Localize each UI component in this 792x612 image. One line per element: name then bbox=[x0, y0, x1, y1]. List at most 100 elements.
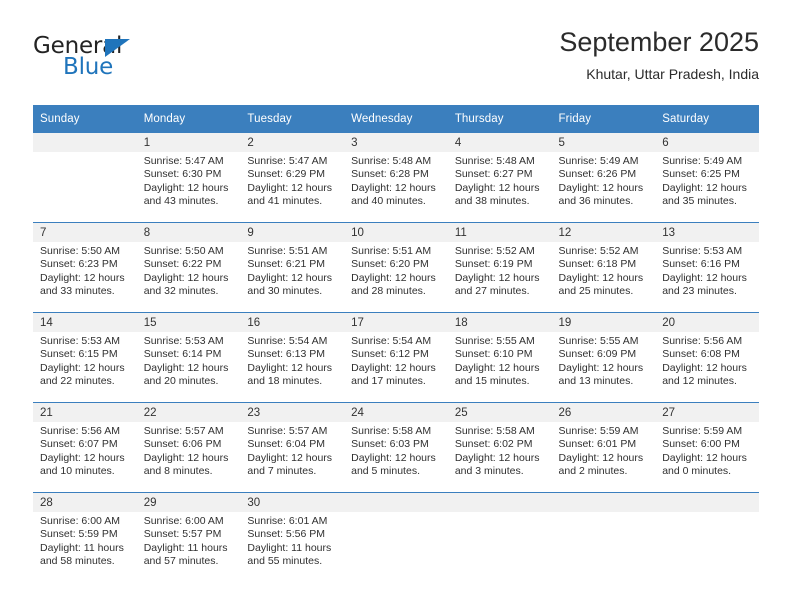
sunset-text: Sunset: 6:22 PM bbox=[143, 258, 222, 271]
logo-general-blue[interactable]: General Blue bbox=[33, 34, 213, 86]
page-header: General Blue September 2025 Khutar, Utta… bbox=[33, 26, 759, 88]
day-cell[interactable]: 28 Sunrise: 6:00 AM Sunset: 5:59 PM Dayligh… bbox=[33, 493, 137, 582]
day-cell-empty bbox=[344, 493, 448, 582]
day-cell[interactable]: 6 Sunrise: 5:49 AM Sunset: 6:25 PM Daylight… bbox=[655, 133, 759, 222]
day-cell[interactable]: 17 Sunrise: 5:54 AM Sunset: 6:12 PM Dayligh… bbox=[344, 313, 448, 402]
daylight-text-line2: and 38 minutes. bbox=[454, 195, 530, 208]
sunrise-text: Sunrise: 5:47 AM bbox=[143, 155, 224, 167]
day-cell[interactable]: 25 Sunrise: 5:58 AM Sunset: 6:02 PM Dayligh… bbox=[447, 403, 552, 492]
day-cell[interactable]: 21 Sunrise: 5:56 AM Sunset: 6:07 PM Dayligh… bbox=[33, 403, 137, 492]
sunrise-text: Sunrise: 5:56 AM bbox=[40, 425, 120, 437]
day-details: Sunrise: 5:50 AM Sunset: 6:23 PM Daylight:… bbox=[33, 242, 137, 299]
sunset-text: Sunset: 6:12 PM bbox=[351, 348, 429, 361]
calendar-cell: 30 Sunrise: 6:01 AM Sunset: 5:56 PM Dayligh… bbox=[240, 492, 345, 582]
day-cell[interactable]: 2 Sunrise: 5:47 AM Sunset: 6:29 PM Daylight… bbox=[240, 133, 345, 222]
day-number: 27 bbox=[655, 403, 759, 422]
day-cell[interactable]: 4 Sunrise: 5:48 AM Sunset: 6:27 PM Daylight… bbox=[447, 133, 552, 222]
day-cell[interactable]: 8 Sunrise: 5:50 AM Sunset: 6:22 PM Daylight… bbox=[136, 223, 241, 312]
sunrise-text: Sunrise: 5:56 AM bbox=[662, 335, 743, 347]
sunset-text: Sunset: 6:18 PM bbox=[558, 258, 637, 271]
calendar-cell: 24 Sunrise: 5:58 AM Sunset: 6:03 PM Dayligh… bbox=[344, 402, 448, 493]
daylight-text-line2: and 58 minutes. bbox=[40, 555, 115, 568]
sunrise-text: Sunrise: 5:53 AM bbox=[662, 245, 743, 257]
calendar-cell: 8 Sunrise: 5:50 AM Sunset: 6:22 PM Daylight… bbox=[136, 222, 241, 313]
daylight-text-line1: Daylight: 12 hours bbox=[558, 451, 644, 464]
day-cell[interactable]: 16 Sunrise: 5:54 AM Sunset: 6:13 PM Dayligh… bbox=[240, 313, 345, 402]
daylight-text-line1: Daylight: 12 hours bbox=[247, 181, 333, 194]
day-cell[interactable]: 5 Sunrise: 5:49 AM Sunset: 6:26 PM Daylight… bbox=[551, 133, 656, 222]
weekday-header-monday: Monday bbox=[136, 105, 241, 133]
day-details: Sunrise: 5:56 AM Sunset: 6:08 PM Daylight:… bbox=[655, 332, 759, 389]
calendar-cell: 14 Sunrise: 5:53 AM Sunset: 6:15 PM Dayligh… bbox=[33, 312, 137, 403]
calendar-cell: 2 Sunrise: 5:47 AM Sunset: 6:29 PM Daylight… bbox=[240, 133, 345, 223]
calendar-cell: 22 Sunrise: 5:57 AM Sunset: 6:06 PM Dayligh… bbox=[136, 402, 241, 493]
daylight-text-line1: Daylight: 12 hours bbox=[662, 271, 747, 284]
daylight-text-line1: Daylight: 12 hours bbox=[351, 181, 436, 194]
day-number: 30 bbox=[240, 493, 345, 512]
daylight-text-line1: Daylight: 11 hours bbox=[247, 541, 332, 554]
calendar-cell bbox=[33, 133, 137, 223]
day-cell[interactable]: 12 Sunrise: 5:52 AM Sunset: 6:18 PM Dayligh… bbox=[551, 223, 656, 312]
day-cell[interactable]: 15 Sunrise: 5:53 AM Sunset: 6:14 PM Dayligh… bbox=[136, 313, 241, 402]
day-details: Sunrise: 5:55 AM Sunset: 6:09 PM Daylight:… bbox=[552, 332, 656, 389]
calendar-cell: 23 Sunrise: 5:57 AM Sunset: 6:04 PM Dayligh… bbox=[240, 402, 345, 493]
daylight-text-line1: Daylight: 12 hours bbox=[40, 271, 125, 284]
day-cell[interactable]: 11 Sunrise: 5:52 AM Sunset: 6:19 PM Dayligh… bbox=[447, 223, 552, 312]
day-cell[interactable]: 20 Sunrise: 5:56 AM Sunset: 6:08 PM Dayligh… bbox=[655, 313, 759, 402]
sunset-text: Sunset: 6:07 PM bbox=[40, 438, 118, 451]
sunrise-text: Sunrise: 5:50 AM bbox=[143, 245, 224, 257]
sunset-text: Sunset: 6:06 PM bbox=[143, 438, 222, 451]
day-cell[interactable]: 10 Sunrise: 5:51 AM Sunset: 6:20 PM Dayligh… bbox=[344, 223, 448, 312]
day-cell[interactable]: 1 Sunrise: 5:47 AM Sunset: 6:30 PM Daylight… bbox=[136, 133, 241, 222]
day-cell[interactable]: 9 Sunrise: 5:51 AM Sunset: 6:21 PM Daylight… bbox=[240, 223, 345, 312]
day-number: 24 bbox=[344, 403, 448, 422]
day-cell[interactable]: 13 Sunrise: 5:53 AM Sunset: 6:16 PM Dayligh… bbox=[655, 223, 759, 312]
day-cell[interactable]: 14 Sunrise: 5:53 AM Sunset: 6:15 PM Dayligh… bbox=[33, 313, 137, 402]
calendar-page: General Blue September 2025 Khutar, Utta… bbox=[0, 0, 792, 612]
sunset-text: Sunset: 6:20 PM bbox=[351, 258, 429, 271]
daylight-text-line2: and 25 minutes. bbox=[558, 285, 634, 298]
daylight-text-line2: and 35 minutes. bbox=[662, 195, 737, 208]
day-cell[interactable]: 19 Sunrise: 5:55 AM Sunset: 6:09 PM Dayligh… bbox=[551, 313, 656, 402]
sunrise-text: Sunrise: 6:01 AM bbox=[247, 515, 328, 527]
daylight-text-line2: and 7 minutes. bbox=[247, 465, 317, 478]
daylight-text-line2: and 41 minutes. bbox=[247, 195, 323, 208]
day-number: 14 bbox=[33, 313, 137, 332]
sunrise-text: Sunrise: 5:55 AM bbox=[558, 335, 639, 347]
day-cell[interactable]: 29 Sunrise: 6:00 AM Sunset: 5:57 PM Dayligh… bbox=[136, 493, 241, 582]
day-number: 3 bbox=[344, 133, 448, 152]
sunrise-text: Sunrise: 5:48 AM bbox=[454, 155, 535, 167]
sunset-text: Sunset: 6:09 PM bbox=[558, 348, 637, 361]
sunrise-text: Sunrise: 5:52 AM bbox=[454, 245, 535, 257]
sunset-text: Sunset: 6:04 PM bbox=[247, 438, 326, 451]
day-cell[interactable]: 23 Sunrise: 5:57 AM Sunset: 6:04 PM Dayligh… bbox=[240, 403, 345, 492]
calendar-cell bbox=[447, 492, 552, 582]
sunrise-text: Sunrise: 5:51 AM bbox=[247, 245, 328, 257]
day-cell[interactable]: 18 Sunrise: 5:55 AM Sunset: 6:10 PM Dayligh… bbox=[447, 313, 552, 402]
day-cell[interactable]: 30 Sunrise: 6:01 AM Sunset: 5:56 PM Dayligh… bbox=[240, 493, 345, 582]
day-details: Sunrise: 5:52 AM Sunset: 6:19 PM Daylight:… bbox=[448, 242, 552, 299]
day-cell[interactable]: 3 Sunrise: 5:48 AM Sunset: 6:28 PM Daylight… bbox=[344, 133, 448, 222]
day-cell[interactable]: 7 Sunrise: 5:50 AM Sunset: 6:23 PM Daylight… bbox=[33, 223, 137, 312]
sunrise-text: Sunrise: 6:00 AM bbox=[143, 515, 224, 527]
daylight-text-line2: and 23 minutes. bbox=[662, 285, 737, 298]
day-details: Sunrise: 5:51 AM Sunset: 6:21 PM Daylight:… bbox=[240, 242, 344, 299]
day-cell[interactable]: 26 Sunrise: 5:59 AM Sunset: 6:01 PM Dayligh… bbox=[551, 403, 656, 492]
daylight-text-line1: Daylight: 12 hours bbox=[143, 181, 229, 194]
sunset-text: Sunset: 6:13 PM bbox=[247, 348, 326, 361]
calendar-cell: 6 Sunrise: 5:49 AM Sunset: 6:25 PM Daylight… bbox=[655, 133, 759, 223]
day-cell[interactable]: 24 Sunrise: 5:58 AM Sunset: 6:03 PM Dayligh… bbox=[344, 403, 448, 492]
sunrise-text: Sunrise: 5:52 AM bbox=[558, 245, 639, 257]
sunset-text: Sunset: 6:01 PM bbox=[558, 438, 637, 451]
daylight-text-line2: and 20 minutes. bbox=[143, 375, 219, 388]
daylight-text-line2: and 18 minutes. bbox=[247, 375, 323, 388]
calendar-week-row: 28 Sunrise: 6:00 AM Sunset: 5:59 PM Dayligh… bbox=[33, 492, 759, 582]
sunset-text: Sunset: 5:56 PM bbox=[247, 528, 326, 541]
daylight-text-line2: and 36 minutes. bbox=[558, 195, 634, 208]
calendar-cell: 11 Sunrise: 5:52 AM Sunset: 6:19 PM Dayligh… bbox=[447, 222, 552, 313]
day-cell[interactable]: 22 Sunrise: 5:57 AM Sunset: 6:06 PM Dayligh… bbox=[136, 403, 241, 492]
day-cell[interactable]: 27 Sunrise: 5:59 AM Sunset: 6:00 PM Dayligh… bbox=[655, 403, 759, 492]
calendar-cell: 13 Sunrise: 5:53 AM Sunset: 6:16 PM Dayligh… bbox=[655, 222, 759, 313]
calendar-table: Sunday Monday Tuesday Wednesday Thursday… bbox=[33, 105, 759, 582]
calendar-cell: 9 Sunrise: 5:51 AM Sunset: 6:21 PM Daylight… bbox=[240, 222, 345, 313]
